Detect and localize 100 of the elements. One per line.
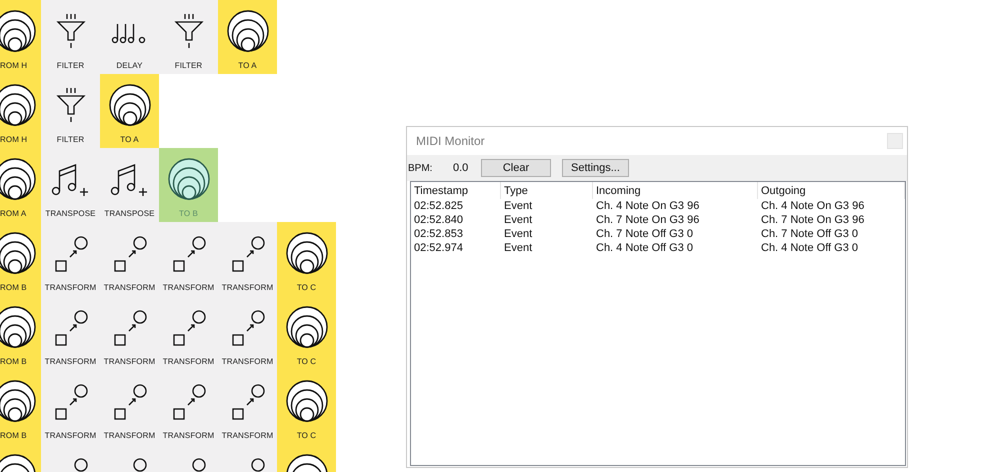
node-label: TRANSFORM — [222, 283, 274, 292]
node-tile[interactable]: TRANSFORM — [100, 222, 159, 296]
node-label: TO C — [296, 431, 316, 440]
node-label: TRANSFORM — [104, 357, 156, 366]
window-title: MIDI Monitor — [416, 134, 485, 148]
node-tile[interactable]: TRANSFORM — [218, 222, 277, 296]
square-icon — [232, 260, 244, 272]
node-label: TO A — [120, 135, 139, 144]
circle-icon — [74, 384, 88, 398]
node-tile[interactable]: TO C — [277, 370, 336, 444]
node-tile[interactable]: TRANSFORM — [100, 370, 159, 444]
node-label: TO B — [179, 209, 198, 218]
node-label: TO C — [296, 357, 316, 366]
arrow-icon — [246, 250, 254, 258]
square-icon — [54, 334, 66, 346]
node-tile[interactable]: FILTER — [159, 0, 218, 74]
arrow-icon — [68, 250, 76, 258]
node-tile[interactable]: TRANSPOSE — [41, 148, 100, 222]
column-header[interactable]: Incoming — [593, 182, 758, 199]
square-icon — [172, 260, 184, 272]
node-tile[interactable]: TRANSPOSE — [100, 148, 159, 222]
arrow-icon — [128, 250, 136, 258]
node-tile[interactable]: TRANSFORM — [41, 370, 100, 444]
node-tile[interactable]: FILTER — [41, 74, 100, 148]
node-label: TRANSFORM — [162, 283, 214, 292]
column-header[interactable]: Timestamp — [411, 182, 501, 199]
node-label: DELAY — [116, 61, 143, 70]
table-cell-text: Ch. 4 Note On G3 96 — [760, 199, 866, 213]
node-label: TRANSFORM — [44, 283, 96, 292]
table-cell-text: Event — [503, 213, 534, 227]
circle-icon — [132, 384, 146, 398]
node-label: ROM B — [0, 431, 27, 440]
concentric-circles-icon — [108, 84, 150, 126]
table-cell-text: 02:52.853 — [413, 227, 464, 241]
node-tile[interactable]: ROM B — [0, 370, 41, 444]
concentric-circles-icon — [0, 306, 36, 348]
node-tile[interactable]: TRANSFORM — [41, 296, 100, 370]
square-icon — [114, 260, 126, 272]
square-icon — [54, 408, 66, 420]
circle-icon — [74, 458, 88, 472]
node-tile[interactable]: TRANSFORM — [218, 296, 277, 370]
toolbar-button[interactable]: Clear — [481, 159, 551, 177]
node-tile[interactable]: TRANSFORM — [100, 296, 159, 370]
node-tile[interactable]: ROM H — [0, 0, 41, 74]
node-label: TRANSFORM — [44, 431, 96, 440]
node-tile[interactable]: ROM B — [0, 222, 41, 296]
node-tile[interactable]: ROM H — [0, 74, 41, 148]
node-label: ROM B — [0, 357, 27, 366]
concentric-circles-icon — [0, 380, 36, 422]
toolbar-button[interactable]: Settings... — [562, 159, 629, 177]
circle-icon — [192, 236, 206, 250]
column-header[interactable]: Outgoing — [758, 182, 905, 199]
circle-icon — [250, 384, 264, 398]
table-cell-text: Event — [503, 199, 534, 213]
node-label: TO C — [296, 283, 316, 292]
table-cell-text: Ch. 4 Note Off G3 0 — [595, 241, 694, 255]
bpm-value: 0.0 — [453, 162, 470, 174]
arrow-icon — [128, 398, 136, 406]
square-icon — [114, 408, 126, 420]
node-tile[interactable]: TRANSFORM — [159, 370, 218, 444]
node-label: TRANSFORM — [222, 431, 274, 440]
node-label: TO A — [238, 61, 257, 70]
table-cell-text: Ch. 4 Note Off G3 0 — [760, 241, 860, 255]
circle-icon — [192, 310, 206, 324]
node-tile[interactable]: TO C — [277, 296, 336, 370]
circle-icon — [74, 310, 88, 324]
concentric-circles-icon — [226, 10, 268, 52]
node-label: FILTER — [56, 135, 84, 144]
node-tile[interactable]: TO A — [218, 0, 277, 74]
table-cell-text: Ch. 7 Note On G3 96 — [760, 213, 866, 227]
table-cell-text: Ch. 7 Note On G3 96 — [595, 213, 700, 227]
node-tile[interactable]: DELAY — [100, 0, 159, 74]
node-tile[interactable]: ROM B — [0, 296, 41, 370]
node-label: TRANSFORM — [162, 431, 214, 440]
square-icon — [172, 334, 184, 346]
node-label: TRANSPOSE — [104, 209, 155, 218]
square-icon — [114, 334, 126, 346]
node-tile[interactable]: TRANSFORM — [41, 222, 100, 296]
node-tile[interactable]: TRANSFORM — [218, 370, 277, 444]
concentric-circles-icon — [0, 10, 36, 52]
node-tile[interactable]: TO C — [277, 222, 336, 296]
bpm-label: BPM: — [408, 162, 434, 174]
node-tile[interactable]: TRANSFORM — [159, 296, 218, 370]
node-tile[interactable]: FILTER — [41, 0, 100, 74]
circle-icon — [132, 310, 146, 324]
concentric-circles-icon — [286, 232, 328, 274]
arrow-icon — [246, 324, 254, 332]
table-cell-text: 02:52.974 — [413, 241, 464, 255]
table-cell-text: Ch. 7 Note Off G3 0 — [760, 227, 860, 241]
concentric-circles-icon — [286, 380, 328, 422]
concentric-circles-icon — [286, 306, 328, 348]
circle-icon — [192, 458, 206, 472]
column-header[interactable]: Type — [501, 182, 593, 199]
arrow-icon — [246, 398, 254, 406]
node-tile[interactable]: ROM A — [0, 148, 41, 222]
node-tile[interactable]: TO A — [100, 74, 159, 148]
circle-icon — [132, 458, 146, 472]
table-cell-text: Ch. 4 Note On G3 96 — [595, 199, 700, 213]
node-label: TRANSFORM — [104, 431, 156, 440]
node-tile[interactable]: TRANSFORM — [159, 222, 218, 296]
